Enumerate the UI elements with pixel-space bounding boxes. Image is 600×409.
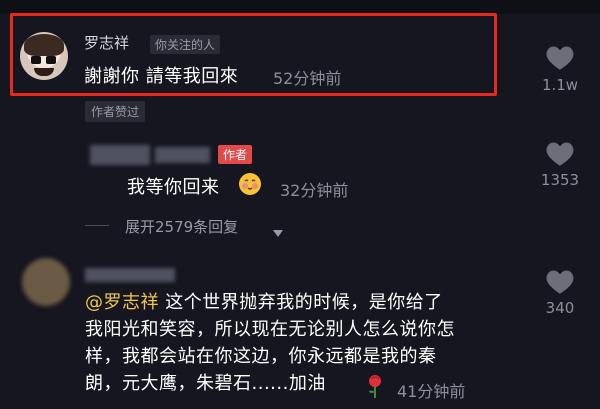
mention-link[interactable]: @罗志祥 [85,292,159,313]
blurred-username [85,268,175,282]
highlight-box [10,13,497,96]
heart-icon[interactable] [545,268,575,295]
top-strip [0,0,600,14]
reply-text[interactable]: 我等你回来 [127,173,220,199]
like-count: 1.1w [541,76,579,94]
heart-icon[interactable] [545,140,575,167]
reply-time: 32分钟前 [280,181,349,200]
expand-replies-link[interactable]: 展开2579条回复 [125,216,238,237]
author-liked-badge: 作者赞过 [85,101,146,122]
blurred-avatar [22,258,70,306]
blurred-avatar [90,145,150,165]
comment-line: 样，我都会站在你这边，你永远都是我的秦 [85,346,437,367]
heart-icon[interactable] [545,44,575,71]
divider [85,225,109,226]
rose-emoji [363,373,387,398]
blushing-face-emoji [238,172,262,196]
comment-time: 41分钟前 [397,382,466,401]
comment-line: 我阳光和笑容，所以现在无论别人怎么说你怎 [85,319,455,340]
author-tag: 作者 [218,145,253,164]
like-count: 1353 [540,171,580,189]
comment-line: 朗，元大鹰，朱碧石......加油 [85,373,326,394]
comment-line: 这个世界抛弃我的时候，是你给了 [159,292,443,313]
blurred-username [155,147,210,163]
like-count: 340 [545,299,575,317]
triangle-down-icon[interactable] [273,222,283,241]
